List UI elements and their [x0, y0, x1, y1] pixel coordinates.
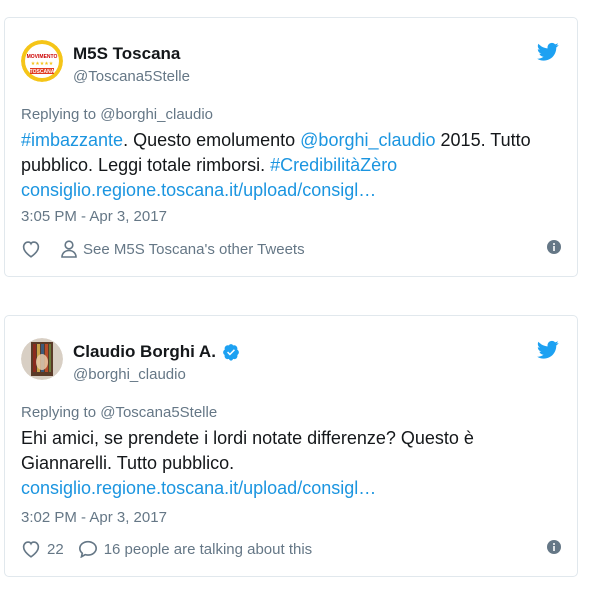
- url-link[interactable]: consiglio.regione.toscana.it/upload/cons…: [21, 180, 376, 200]
- info-icon[interactable]: [547, 540, 561, 558]
- tweet-text: #imbazzante. Questo emolumento @borghi_c…: [21, 130, 531, 200]
- timestamp[interactable]: 3:05 PM - Apr 3, 2017: [21, 208, 167, 225]
- handle[interactable]: @Toscana5Stelle: [73, 68, 190, 85]
- conversation-link[interactable]: 16 people are talking about this: [78, 540, 312, 558]
- url-link[interactable]: consiglio.regione.toscana.it/upload/cons…: [21, 478, 376, 498]
- tweet-card-claudio-borghi: Claudio Borghi A. @borghi_claudio Replyi…: [4, 315, 578, 577]
- tweet-card-m5s-toscana: MOVIMENTO ★★★★★ TOSCANA M5S Toscana @Tos…: [4, 17, 578, 277]
- avatar[interactable]: MOVIMENTO ★★★★★ TOSCANA: [21, 40, 63, 82]
- hashtag-link[interactable]: #CredibilitàZèro: [270, 155, 397, 175]
- replying-to-mention[interactable]: @Toscana5Stelle: [100, 404, 217, 421]
- mention-link[interactable]: @borghi_claudio: [300, 130, 435, 150]
- tweet-body: Ehi amici, se prendete i lordi notate di…: [21, 428, 474, 473]
- hashtag-link[interactable]: #imbazzante: [21, 130, 123, 150]
- avatar-brand: MOVIMENTO: [27, 54, 58, 60]
- handle[interactable]: @borghi_claudio: [73, 366, 240, 383]
- heart-icon: [22, 241, 40, 258]
- display-name[interactable]: Claudio Borghi A.: [73, 342, 240, 362]
- avatar[interactable]: [21, 338, 63, 380]
- twitter-bird-icon[interactable]: [536, 340, 559, 360]
- twitter-bird-icon[interactable]: [536, 42, 559, 62]
- tweet-actions: See M5S Toscana's other Tweets: [21, 240, 561, 258]
- avatar-text: TOSCANA: [30, 69, 55, 75]
- tweet-actions: 22 16 people are talking about this: [21, 540, 561, 558]
- like-button[interactable]: [21, 240, 47, 258]
- svg-text:★★★★★: ★★★★★: [31, 61, 54, 67]
- like-count: 22: [47, 540, 64, 558]
- heart-icon: [22, 541, 40, 558]
- verified-badge-icon: [222, 343, 240, 361]
- tweet-text: Ehi amici, se prendete i lordi notate di…: [21, 426, 561, 501]
- timestamp[interactable]: 3:02 PM - Apr 3, 2017: [21, 509, 167, 526]
- replying-to: Replying to @borghi_claudio: [21, 106, 214, 123]
- like-button[interactable]: 22: [21, 540, 64, 558]
- info-icon[interactable]: [547, 240, 561, 258]
- speech-bubble-icon: [78, 540, 97, 558]
- replying-to: Replying to @Toscana5Stelle: [21, 404, 218, 421]
- person-icon: [61, 240, 77, 258]
- replying-to-mention[interactable]: @borghi_claudio: [100, 106, 213, 123]
- display-name[interactable]: M5S Toscana: [73, 44, 190, 64]
- profile-link[interactable]: See M5S Toscana's other Tweets: [61, 240, 305, 258]
